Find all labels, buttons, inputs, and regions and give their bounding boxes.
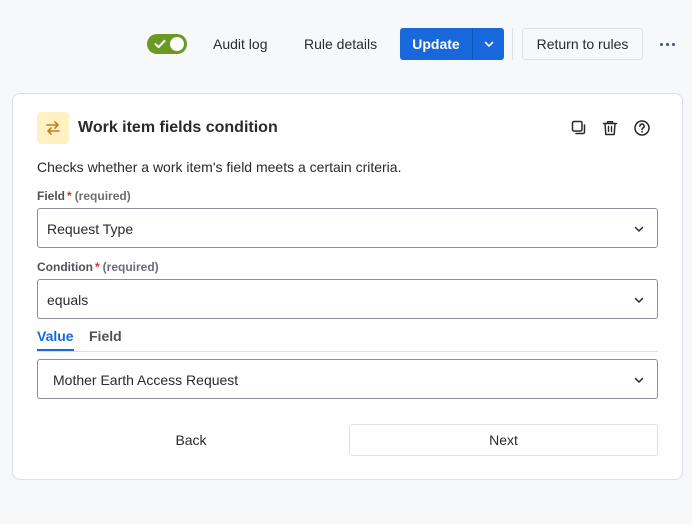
swap-arrows-icon (37, 112, 69, 144)
more-dot-icon (671, 42, 675, 46)
tab-value[interactable]: Value (37, 328, 74, 351)
field-label-text: Field (37, 189, 66, 203)
condition-label-text: Condition (37, 260, 93, 274)
value-select-value: Mother Earth Access Request (53, 372, 239, 388)
chevron-down-icon (634, 297, 644, 303)
top-toolbar: Audit log Rule details Update Return to … (0, 0, 692, 88)
chevron-down-icon (634, 377, 644, 383)
card-title: Work item fields condition (78, 119, 278, 136)
required-star: * (94, 260, 100, 274)
more-dot-icon (659, 42, 663, 46)
return-to-rules-button[interactable]: Return to rules (522, 28, 643, 60)
field-select-value: Request Type (47, 221, 134, 237)
trash-icon[interactable] (600, 118, 620, 138)
audit-log-link[interactable]: Audit log (213, 33, 267, 55)
copy-icon[interactable] (569, 118, 589, 138)
rule-enabled-toggle[interactable] (147, 34, 187, 54)
condition-select-value: equals (47, 292, 89, 308)
condition-card: Work item fields condition Checks whethe… (12, 93, 683, 480)
toolbar-divider (512, 28, 513, 60)
more-actions-button[interactable] (654, 32, 680, 56)
condition-select[interactable]: equals (37, 279, 658, 319)
back-button[interactable]: Back (37, 424, 345, 456)
check-icon (154, 39, 166, 49)
required-text: (required) (74, 189, 131, 203)
more-dot-icon (665, 42, 669, 46)
help-icon[interactable] (632, 118, 652, 138)
required-text: (required) (102, 260, 159, 274)
required-star: * (67, 189, 72, 203)
chevron-down-icon (484, 41, 493, 47)
field-label: Field * (required) (37, 189, 131, 203)
condition-label: Condition * (required) (37, 260, 159, 274)
update-button[interactable]: Update (400, 28, 472, 60)
card-description: Checks whether a work item's field meets… (37, 159, 402, 175)
update-button-group: Update (400, 28, 504, 60)
field-select[interactable]: Request Type (37, 208, 658, 248)
tab-field[interactable]: Field (89, 328, 122, 351)
next-button[interactable]: Next (349, 424, 658, 456)
rule-details-link[interactable]: Rule details (304, 33, 377, 55)
chevron-down-icon (634, 226, 644, 232)
value-select[interactable]: Mother Earth Access Request (37, 359, 658, 399)
update-options-button[interactable] (472, 28, 504, 60)
value-tabs: Value Field (37, 326, 658, 352)
toggle-knob (170, 37, 184, 51)
